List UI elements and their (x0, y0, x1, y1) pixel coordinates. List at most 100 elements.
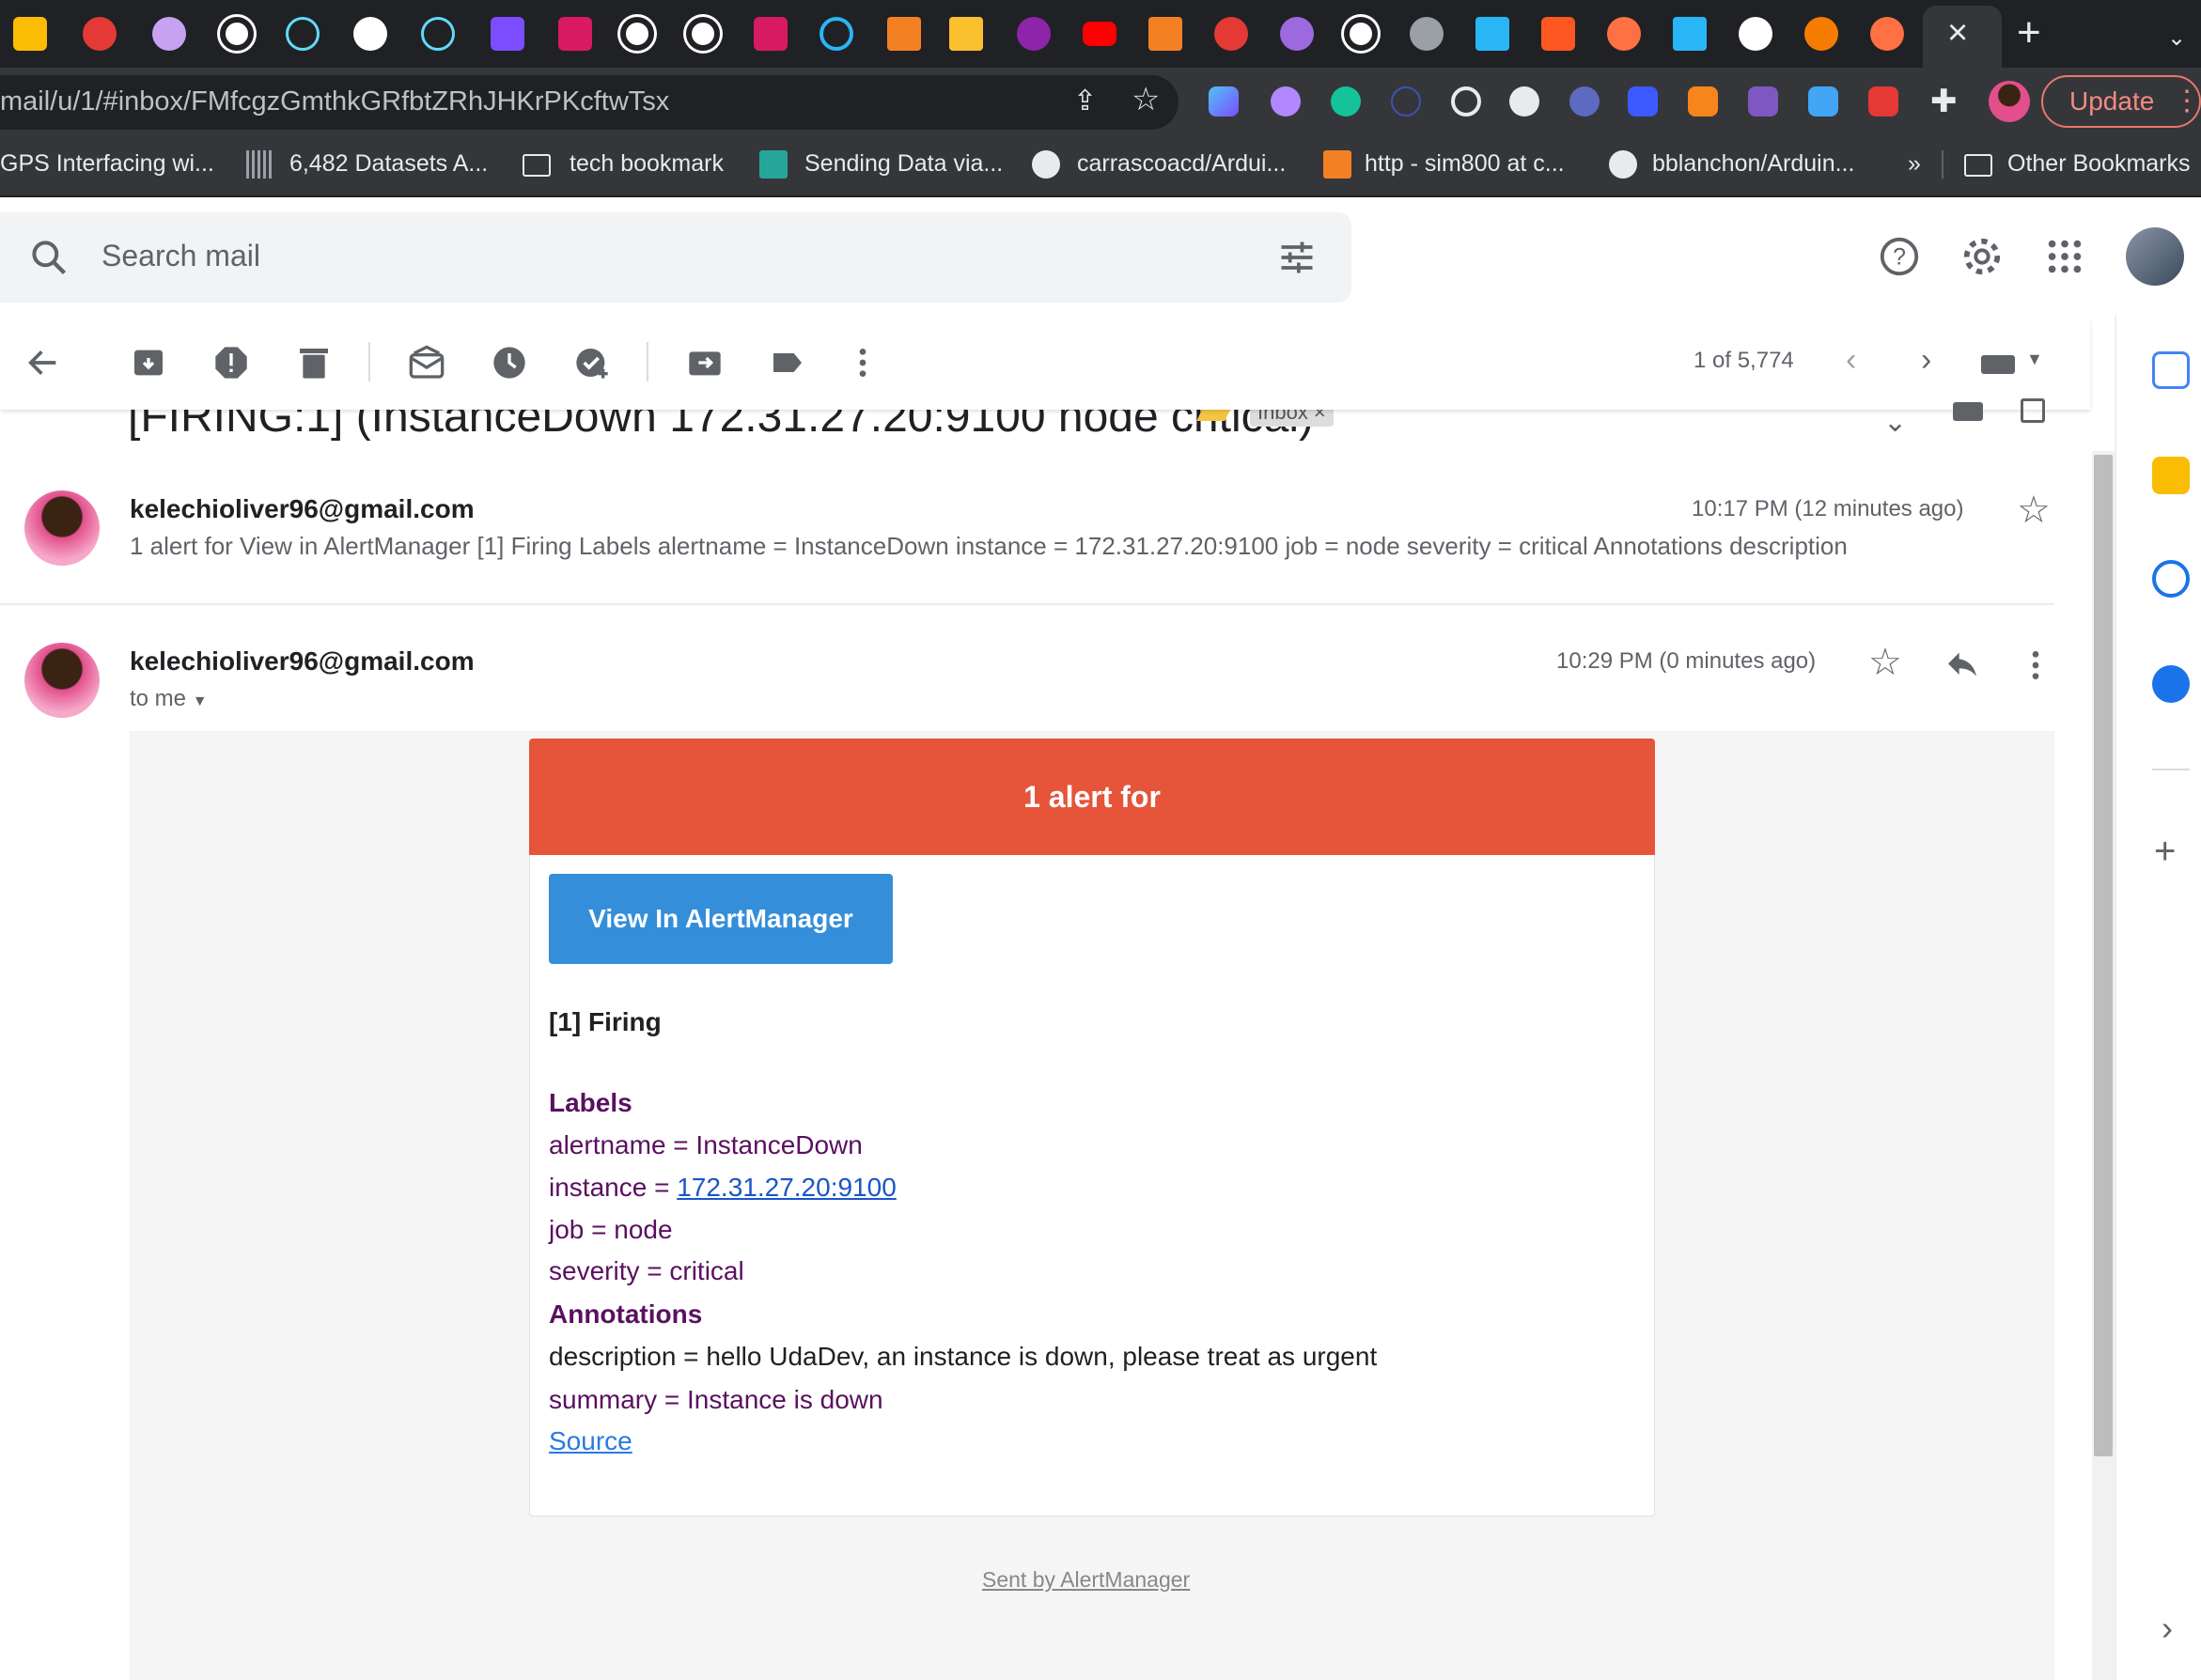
tp-extension-icon[interactable] (1868, 86, 1898, 117)
menu-kebab-icon[interactable]: ⋮ (2173, 85, 2201, 117)
rocket-icon[interactable] (491, 17, 524, 51)
tab-favicon-icon[interactable] (13, 17, 47, 51)
show-side-panel-chevron-icon[interactable]: › (2162, 1609, 2173, 1648)
blocks-icon[interactable] (1673, 17, 1707, 51)
more-options-icon[interactable] (844, 344, 882, 381)
puzzle-extensions-icon[interactable]: ✚ (1930, 83, 1958, 120)
bookmark-folder[interactable]: Other Bookmarks (2007, 150, 2191, 178)
back-arrow-icon[interactable] (24, 344, 62, 381)
circle-tab-icon[interactable] (686, 17, 720, 51)
youtube-icon[interactable] (1083, 22, 1116, 46)
react-icon[interactable] (421, 17, 455, 51)
tab-search-icon[interactable]: ⌄ (2167, 24, 2186, 52)
older-chevron-icon[interactable]: › (1921, 342, 1931, 379)
more-bookmarks-chevron-icon[interactable]: » (1908, 150, 1921, 178)
open-new-window-icon[interactable] (2021, 398, 2045, 423)
bookmark-item[interactable]: Sending Data via... (804, 150, 1003, 178)
unicorn-icon[interactable] (152, 17, 186, 51)
search-input[interactable]: Search mail (101, 239, 260, 273)
bookmark-item[interactable]: GPS Interfacing wi... (0, 150, 214, 178)
extension-icon[interactable] (1569, 86, 1600, 117)
dropdown-arrow-icon[interactable]: ▼ (2026, 350, 2043, 369)
circle-tab-icon[interactable] (1344, 17, 1378, 51)
newer-chevron-icon[interactable]: ‹ (1846, 342, 1856, 379)
chart-app-icon[interactable] (1541, 17, 1575, 51)
get-addons-plus-icon[interactable]: + (2154, 831, 2176, 873)
fire-icon[interactable] (1870, 17, 1904, 51)
url-text[interactable]: mail/u/1/#inbox/FMfcgzGmthkGRfbtZRhJHKrP… (0, 86, 669, 117)
bookmark-item[interactable]: bblanchon/Arduin... (1652, 150, 1854, 178)
bookmark-item[interactable]: carrascoacd/Ardui... (1077, 150, 1286, 178)
reply-icon[interactable] (1943, 646, 1981, 684)
fire-icon[interactable] (1607, 17, 1641, 51)
instance-link[interactable]: 172.31.27.20:9100 (677, 1173, 897, 1202)
dropdown-arrow-icon[interactable]: ▼ (193, 693, 208, 709)
print-icon[interactable] (1953, 402, 1983, 421)
stackoverflow-icon[interactable] (887, 17, 921, 51)
apps-grid-icon[interactable] (2043, 235, 2086, 278)
share-icon[interactable]: ⇪ (1073, 85, 1097, 117)
extension-icon[interactable] (1808, 86, 1838, 117)
k-extension-icon[interactable] (1748, 86, 1778, 117)
c-icon[interactable] (820, 17, 853, 51)
keep-icon[interactable] (2152, 457, 2190, 494)
delete-trash-icon[interactable] (295, 344, 333, 381)
graphql-icon[interactable] (754, 17, 788, 51)
scrollbar-thumb[interactable] (2094, 455, 2113, 1456)
add-to-tasks-icon[interactable] (573, 344, 611, 381)
help-icon[interactable]: ? (1878, 235, 1921, 278)
react-icon[interactable] (286, 17, 320, 51)
github-icon[interactable] (353, 17, 387, 51)
source-link[interactable]: Source (549, 1426, 632, 1455)
label-tag-icon[interactable] (769, 344, 806, 381)
profile-avatar[interactable] (1989, 81, 2030, 122)
tasks-icon[interactable] (2152, 560, 2190, 598)
bookmark-folder[interactable]: tech bookmark (570, 150, 724, 178)
sender-email[interactable]: kelechioliver96@gmail.com (130, 646, 475, 677)
archive-icon[interactable] (130, 344, 167, 381)
metamask-icon[interactable] (1688, 86, 1718, 117)
github-icon[interactable] (1739, 17, 1772, 51)
circle-tab-icon[interactable] (220, 17, 254, 51)
search-options-icon[interactable] (1276, 237, 1318, 278)
account-avatar[interactable] (2126, 227, 2184, 286)
star-icon[interactable]: ☆ (2017, 489, 2051, 532)
mark-unread-icon[interactable] (408, 344, 445, 381)
bookmark-star-icon[interactable]: ☆ (1132, 81, 1160, 118)
bookmark-item[interactable]: 6,482 Datasets A... (289, 150, 488, 178)
grafana-icon[interactable] (1804, 17, 1838, 51)
u-icon[interactable] (1017, 17, 1051, 51)
recipient-details[interactable]: to me ▼ (130, 686, 208, 712)
extension-icon[interactable] (1271, 86, 1301, 117)
bookmark-item[interactable]: http - sim800 at c... (1365, 150, 1565, 178)
graphql-icon[interactable] (558, 17, 592, 51)
github-extension-icon[interactable] (1509, 86, 1539, 117)
sender-avatar[interactable] (24, 490, 100, 566)
expand-all-icon[interactable]: ⌄ (1883, 406, 1907, 439)
blocks-icon[interactable] (1475, 17, 1509, 51)
message-snippet[interactable]: 1 alert for View in AlertManager [1] Fir… (130, 532, 1848, 561)
move-to-icon[interactable] (686, 344, 724, 381)
circle-tab-icon[interactable] (620, 17, 654, 51)
sender-avatar[interactable] (24, 643, 100, 718)
close-tab-icon[interactable]: × (1947, 13, 1968, 54)
search-icon[interactable] (28, 237, 70, 278)
settings-gear-icon[interactable] (1960, 235, 2004, 278)
view-in-alertmanager-button[interactable]: View In AlertManager (549, 874, 893, 964)
calendar-icon[interactable] (2152, 351, 2190, 389)
extension-icon[interactable] (1391, 86, 1421, 117)
extension-icon[interactable] (1209, 86, 1239, 117)
globe-icon[interactable] (1410, 17, 1444, 51)
stackoverflow-icon[interactable] (1148, 17, 1182, 51)
package-icon[interactable] (949, 17, 983, 51)
contacts-icon[interactable] (2152, 665, 2190, 703)
youtube-music-icon[interactable] (83, 17, 117, 51)
grammarly-icon[interactable] (1331, 86, 1361, 117)
sender-email[interactable]: kelechioliver96@gmail.com (130, 494, 475, 524)
more-options-icon[interactable] (2017, 646, 2054, 684)
new-tab-icon[interactable]: + (2017, 9, 2041, 56)
star-icon[interactable]: ☆ (1868, 641, 1902, 684)
report-spam-icon[interactable] (212, 344, 250, 381)
snooze-clock-icon[interactable] (491, 344, 528, 381)
keyboard-icon[interactable] (1981, 355, 2015, 374)
